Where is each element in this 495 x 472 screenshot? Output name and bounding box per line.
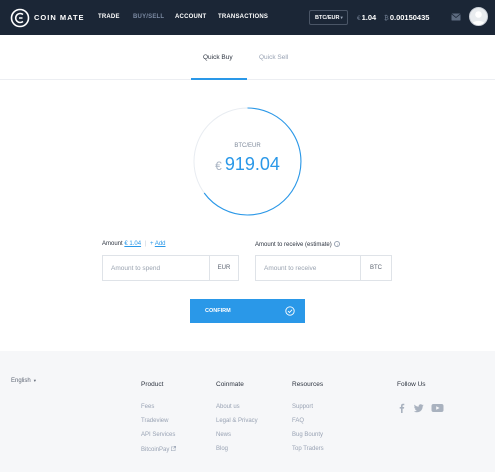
amount-to-receive-input[interactable]: [256, 256, 362, 280]
tab-quick-buy[interactable]: Quick Buy: [203, 54, 233, 61]
spend-label-text: Amount: [102, 241, 123, 247]
info-icon[interactable]: i: [334, 241, 341, 247]
receive-label: Amount to receive (estimate) i: [255, 241, 341, 248]
footer-link-bitcoinpay[interactable]: BitcoinPay: [141, 446, 177, 453]
buy-sell-tabs: Quick Buy Quick Sell: [0, 35, 495, 80]
user-avatar[interactable]: [469, 7, 488, 26]
footer-follow-title: Follow Us: [397, 381, 426, 388]
facebook-icon[interactable]: [397, 403, 407, 413]
rate-amount: 919.04: [224, 154, 280, 174]
footer-link-about-us[interactable]: About us: [216, 404, 240, 410]
nav-account[interactable]: ACCOUNT: [175, 14, 206, 20]
rate-value: €919.04: [192, 154, 303, 175]
balance-link[interactable]: € 1.04: [124, 241, 141, 247]
btc-balance-amount: 0.00150435: [389, 13, 430, 22]
language-value: English: [11, 378, 31, 384]
footer-link-legal-privacy[interactable]: Legal & Privacy: [216, 418, 258, 424]
footer-coinmate-title: Coinmate: [216, 381, 244, 388]
footer-link-top-traders[interactable]: Top Traders: [292, 446, 324, 452]
receive-unit: BTC: [360, 256, 391, 280]
currency-pair-value: BTC/EUR: [315, 15, 340, 21]
plus-icon: +: [149, 241, 154, 247]
eur-balance[interactable]: €1.04: [357, 13, 376, 22]
btc-balance[interactable]: ₿0.00150435: [384, 13, 429, 22]
rate-currency-symbol: €: [215, 159, 222, 173]
twitter-icon[interactable]: [414, 403, 424, 413]
footer-link-support[interactable]: Support: [292, 404, 313, 410]
tab-quick-sell[interactable]: Quick Sell: [259, 54, 288, 61]
external-link-icon: [171, 446, 177, 451]
footer-link-blog[interactable]: Blog: [216, 446, 228, 452]
currency-pair-select[interactable]: BTC/EUR▾: [309, 10, 348, 25]
spend-unit: EUR: [209, 256, 238, 280]
label-separator: |: [144, 241, 147, 247]
top-navigation: COIN MATE TRADE BUY/SELL ACCOUNT TRANSAC…: [0, 0, 495, 35]
check-circle-icon: [285, 306, 295, 316]
mail-icon[interactable]: [451, 13, 461, 21]
receive-label-text: Amount to receive (estimate): [255, 242, 332, 248]
spend-label: Amount € 1.04 | + Add: [102, 241, 166, 247]
footer: English ▾ Product Fees Tradeview API Serv…: [0, 351, 495, 472]
bitcoinpay-label: BitcoinPay: [141, 447, 170, 453]
coinmate-logo-icon[interactable]: [10, 8, 30, 28]
amount-to-spend-input[interactable]: [103, 256, 211, 280]
footer-link-tradeview[interactable]: Tradeview: [141, 418, 168, 424]
active-tab-indicator: [191, 78, 247, 80]
eur-balance-amount: 1.04: [361, 13, 377, 22]
language-select[interactable]: English ▾: [11, 378, 36, 384]
youtube-icon[interactable]: [431, 403, 444, 413]
add-funds-link[interactable]: Add: [155, 241, 166, 247]
euro-symbol: €: [357, 15, 361, 22]
spend-field: EUR: [102, 255, 239, 281]
confirm-label: CONFIRM: [205, 308, 231, 314]
footer-resources-title: Resources: [292, 381, 324, 388]
receive-field: BTC: [255, 255, 392, 281]
brand-name[interactable]: COIN MATE: [34, 13, 85, 22]
bitcoin-symbol: ₿: [384, 15, 389, 22]
chevron-down-icon: ▾: [340, 15, 343, 20]
nav-transactions[interactable]: TRANSACTIONS: [218, 14, 268, 20]
confirm-button[interactable]: CONFIRM: [190, 299, 305, 323]
footer-link-fees[interactable]: Fees: [141, 404, 154, 410]
footer-link-news[interactable]: News: [216, 432, 231, 438]
footer-link-bug-bounty[interactable]: Bug Bounty: [292, 432, 323, 438]
nav-buy-sell[interactable]: BUY/SELL: [133, 14, 164, 20]
chevron-down-icon: ▾: [33, 378, 36, 383]
footer-link-faq[interactable]: FAQ: [292, 418, 304, 424]
nav-trade[interactable]: TRADE: [98, 14, 120, 20]
user-icon: [472, 11, 485, 25]
footer-link-api-services[interactable]: API Services: [141, 432, 175, 438]
footer-product-title: Product: [141, 381, 164, 388]
rate-pair-label: BTC/EUR: [234, 143, 261, 149]
